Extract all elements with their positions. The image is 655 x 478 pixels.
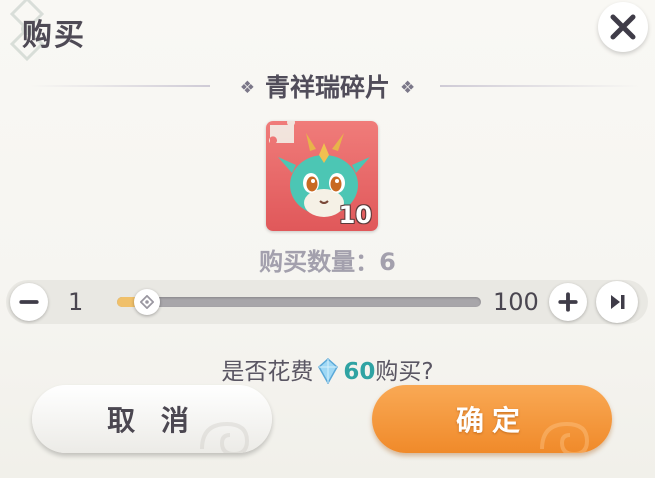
diamond-ornament-icon: ❖	[239, 78, 255, 98]
cost-suffix: 购买?	[375, 359, 434, 385]
cost-prompt: 是否花费 60购买?	[0, 352, 655, 386]
cost-prefix: 是否花费	[221, 359, 314, 385]
decrease-button[interactable]	[10, 283, 48, 321]
crystal-icon	[318, 358, 339, 384]
thumb-grip-icon	[140, 295, 155, 309]
diamond-ornament-icon: ❖	[400, 78, 416, 98]
cloud-swirl-icon	[200, 421, 250, 453]
quantity-slider-track[interactable]	[117, 297, 481, 307]
minus-icon	[19, 300, 39, 304]
confirm-label: 确定	[455, 404, 528, 437]
plus-icon	[558, 292, 578, 312]
quantity-label: 购买数量：6	[259, 248, 396, 276]
cancel-label: 取 消	[107, 404, 197, 437]
max-quantity-button[interactable]	[596, 281, 638, 323]
slider-min-label: 1	[68, 288, 84, 316]
item-count: 10	[338, 201, 372, 229]
confirm-button[interactable]: 确定	[372, 385, 612, 453]
cost-amount: 60	[343, 359, 376, 385]
close-icon	[610, 14, 636, 40]
skip-to-end-icon	[611, 295, 625, 309]
item-name: 青祥瑞碎片	[264, 73, 390, 102]
slider-max-label: 100	[493, 288, 539, 316]
purchase-dialog: 购买 ❖ 青祥瑞碎片 ❖ 10 购买数量：6 1 100 是否花费 60购买? …	[0, 0, 655, 478]
close-button[interactable]	[598, 2, 648, 52]
cancel-button[interactable]: 取 消	[32, 385, 272, 453]
item-header: ❖ 青祥瑞碎片 ❖	[0, 68, 655, 104]
increase-button[interactable]	[549, 283, 587, 321]
item-icon: 10	[266, 121, 378, 231]
cloud-swirl-icon	[540, 421, 590, 453]
dialog-title: 购买	[22, 18, 86, 53]
